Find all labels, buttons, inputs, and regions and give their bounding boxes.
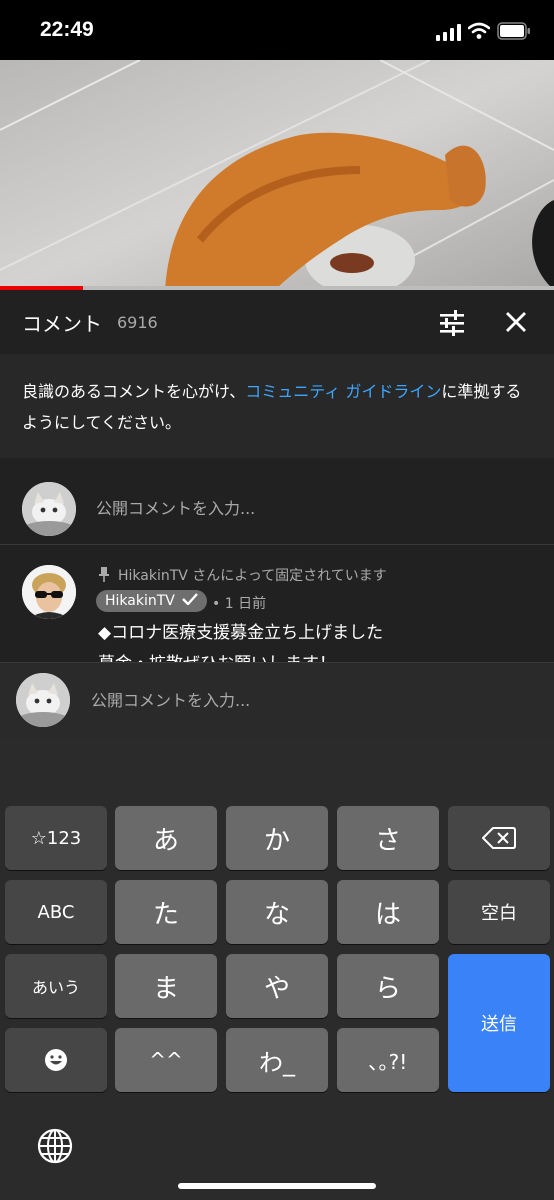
- key-ma[interactable]: ま: [115, 954, 217, 1018]
- close-icon[interactable]: [505, 311, 527, 333]
- key-ta[interactable]: た: [115, 880, 217, 944]
- key-ya[interactable]: や: [226, 954, 328, 1018]
- key-ka[interactable]: か: [226, 806, 328, 870]
- pin-icon: [99, 567, 109, 582]
- add-comment-placeholder[interactable]: 公開コメントを入力...: [96, 495, 255, 519]
- community-guidelines-notice: 良識のあるコメントを心がけ、コミュニティ ガイドラインに準拠するようにしてくださ…: [0, 354, 554, 458]
- key-emoji[interactable]: [5, 1028, 107, 1092]
- key-a[interactable]: あ: [115, 806, 217, 870]
- kitten-avatar-image: [22, 482, 76, 536]
- comment-text-line2: 募金・拡散ぜひお願いします！: [98, 649, 336, 662]
- pinned-comment: HikakinTV さんによって固定されています HikakinTV • 1 日…: [0, 545, 554, 662]
- key-symbols[interactable]: ☆123: [5, 806, 107, 870]
- comment-composer[interactable]: 公開コメントを入力...: [0, 662, 554, 739]
- key-na[interactable]: な: [226, 880, 328, 944]
- key-abc[interactable]: ABC: [5, 880, 107, 944]
- hikakin-avatar-image: [22, 565, 76, 619]
- globe-icon[interactable]: [37, 1128, 73, 1164]
- send-button[interactable]: 送信: [448, 954, 550, 1092]
- key-wa[interactable]: わ_: [226, 1028, 328, 1092]
- community-guidelines-link[interactable]: コミュニティ ガイドライン: [245, 382, 441, 401]
- avatar: [22, 482, 76, 536]
- keyboard: ☆123 あ か さ ABC た な は 空白 あいう ま や ら ^^ わ_ …: [0, 738, 554, 1200]
- add-comment-row[interactable]: 公開コメントを入力...: [0, 458, 554, 545]
- key-backspace[interactable]: [448, 806, 550, 870]
- battery-icon: [497, 22, 530, 40]
- notice-text-before: 良識のあるコメントを心がけ、: [22, 382, 246, 401]
- key-punctuation[interactable]: ､｡?!: [337, 1028, 439, 1092]
- avatar[interactable]: [22, 565, 76, 619]
- sort-filter-icon[interactable]: [438, 310, 466, 336]
- comment-timestamp: • 1 日前: [212, 596, 267, 612]
- status-time: 22:49: [40, 18, 94, 41]
- comment-input[interactable]: 公開コメントを入力...: [91, 687, 250, 711]
- key-ha[interactable]: は: [337, 880, 439, 944]
- avatar: [16, 673, 70, 727]
- comment-text-line1: ◆コロナ医療支援募金立ち上げました: [98, 623, 384, 643]
- home-indicator[interactable]: [178, 1183, 376, 1189]
- kitten-avatar-image: [16, 673, 70, 727]
- key-kaomoji[interactable]: ^^: [115, 1028, 217, 1092]
- video-player[interactable]: [0, 60, 554, 290]
- comments-count: 6916: [117, 313, 158, 332]
- key-ra[interactable]: ら: [337, 954, 439, 1018]
- key-sa[interactable]: さ: [337, 806, 439, 870]
- status-bar: 22:49: [0, 0, 554, 60]
- comments-title: コメント: [22, 312, 102, 336]
- backspace-icon: [482, 827, 516, 849]
- cellular-signal-icon: [436, 24, 461, 41]
- video-frame-cat: [0, 60, 554, 290]
- comment-author-chip[interactable]: HikakinTV: [96, 590, 208, 612]
- comments-panel: コメント 6916 良識のあるコメントを心がけ、コミュニティ ガイドラインに準拠…: [0, 290, 554, 662]
- wifi-icon: [468, 22, 490, 39]
- pinned-label: HikakinTV さんによって固定されています: [118, 568, 387, 584]
- key-space[interactable]: 空白: [448, 880, 550, 944]
- comment-author-name: HikakinTV: [105, 593, 175, 609]
- verified-check-icon: [182, 593, 199, 606]
- emoji-icon: [45, 1049, 67, 1071]
- key-kana[interactable]: あいう: [5, 954, 107, 1018]
- comments-header: コメント 6916: [0, 290, 554, 354]
